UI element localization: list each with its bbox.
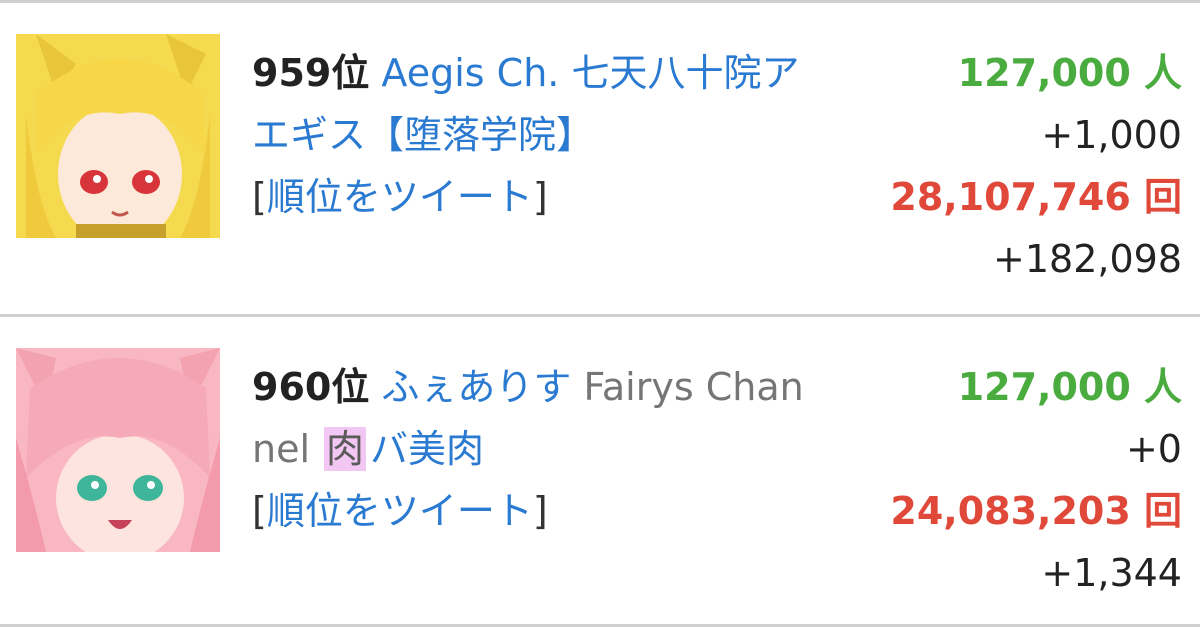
bracket-close: ]: [532, 175, 548, 219]
divider-middle: [0, 314, 1200, 317]
channel-name-jp-link[interactable]: ふぇありす: [381, 365, 571, 409]
rank-label: 959位: [252, 51, 370, 95]
entry-title-line-2: nel 肉バ美肉: [252, 418, 852, 480]
view-count: 24,083,203 回: [890, 489, 1182, 533]
subscriber-delta: +0: [1125, 427, 1182, 471]
entry-title-line-1: 960位 ふぇありす Fairys Chan: [252, 356, 852, 418]
tweet-rank-line: [順位をツイート]: [252, 480, 852, 542]
view-count: 28,107,746 回: [890, 175, 1182, 219]
bracket-open: [: [252, 489, 267, 533]
subscriber-delta: +1,000: [1041, 113, 1182, 157]
tweet-rank-line: [順位をツイート]: [252, 166, 852, 228]
channel-avatar[interactable]: [16, 34, 220, 238]
tweet-rank-link[interactable]: 順位をツイート: [267, 175, 533, 219]
entry-info: 960位 ふぇありす Fairys Chan nel 肉バ美肉 [順位をツイート]: [252, 356, 852, 542]
entry-stats: 127,000 人 +0 24,083,203 回 +1,344: [890, 356, 1182, 604]
ranking-row: 959位 Aegis Ch. 七天八十院ア エギス【堕落学院】 [順位をツイート…: [0, 6, 1200, 306]
channel-name-en-cont: nel: [252, 427, 311, 471]
divider-top: [0, 0, 1200, 3]
entry-title-line-1: 959位 Aegis Ch. 七天八十院ア: [252, 42, 852, 104]
entry-info: 959位 Aegis Ch. 七天八十院ア エギス【堕落学院】 [順位をツイート…: [252, 42, 852, 228]
bracket-open: [: [252, 175, 267, 219]
rank-label: 960位: [252, 365, 370, 409]
view-delta: +182,098: [993, 237, 1182, 281]
avatar-blonde-image: [16, 34, 220, 238]
channel-avatar[interactable]: [16, 348, 220, 552]
bracket-close: ]: [532, 489, 548, 533]
view-delta: +1,344: [1041, 551, 1182, 595]
subscriber-count: 127,000 人: [957, 51, 1182, 95]
entry-stats: 127,000 人 +1,000 28,107,746 回 +182,098: [890, 42, 1182, 290]
avatar-pink-image: [16, 348, 220, 552]
tweet-rank-link[interactable]: 順位をツイート: [267, 489, 533, 533]
ranking-row: 960位 ふぇありす Fairys Chan nel 肉バ美肉 [順位をツイート]…: [0, 320, 1200, 620]
category-badge: 肉: [324, 427, 367, 471]
channel-name-link[interactable]: Aegis Ch. 七天八十院ア: [381, 51, 799, 95]
channel-name-link-cont[interactable]: エギス【堕落学院】: [252, 113, 594, 157]
category-link[interactable]: バ美肉: [370, 427, 484, 471]
entry-title-line-2: エギス【堕落学院】: [252, 104, 852, 166]
subscriber-count: 127,000 人: [957, 365, 1182, 409]
channel-name-en: Fairys Chan: [583, 365, 804, 409]
